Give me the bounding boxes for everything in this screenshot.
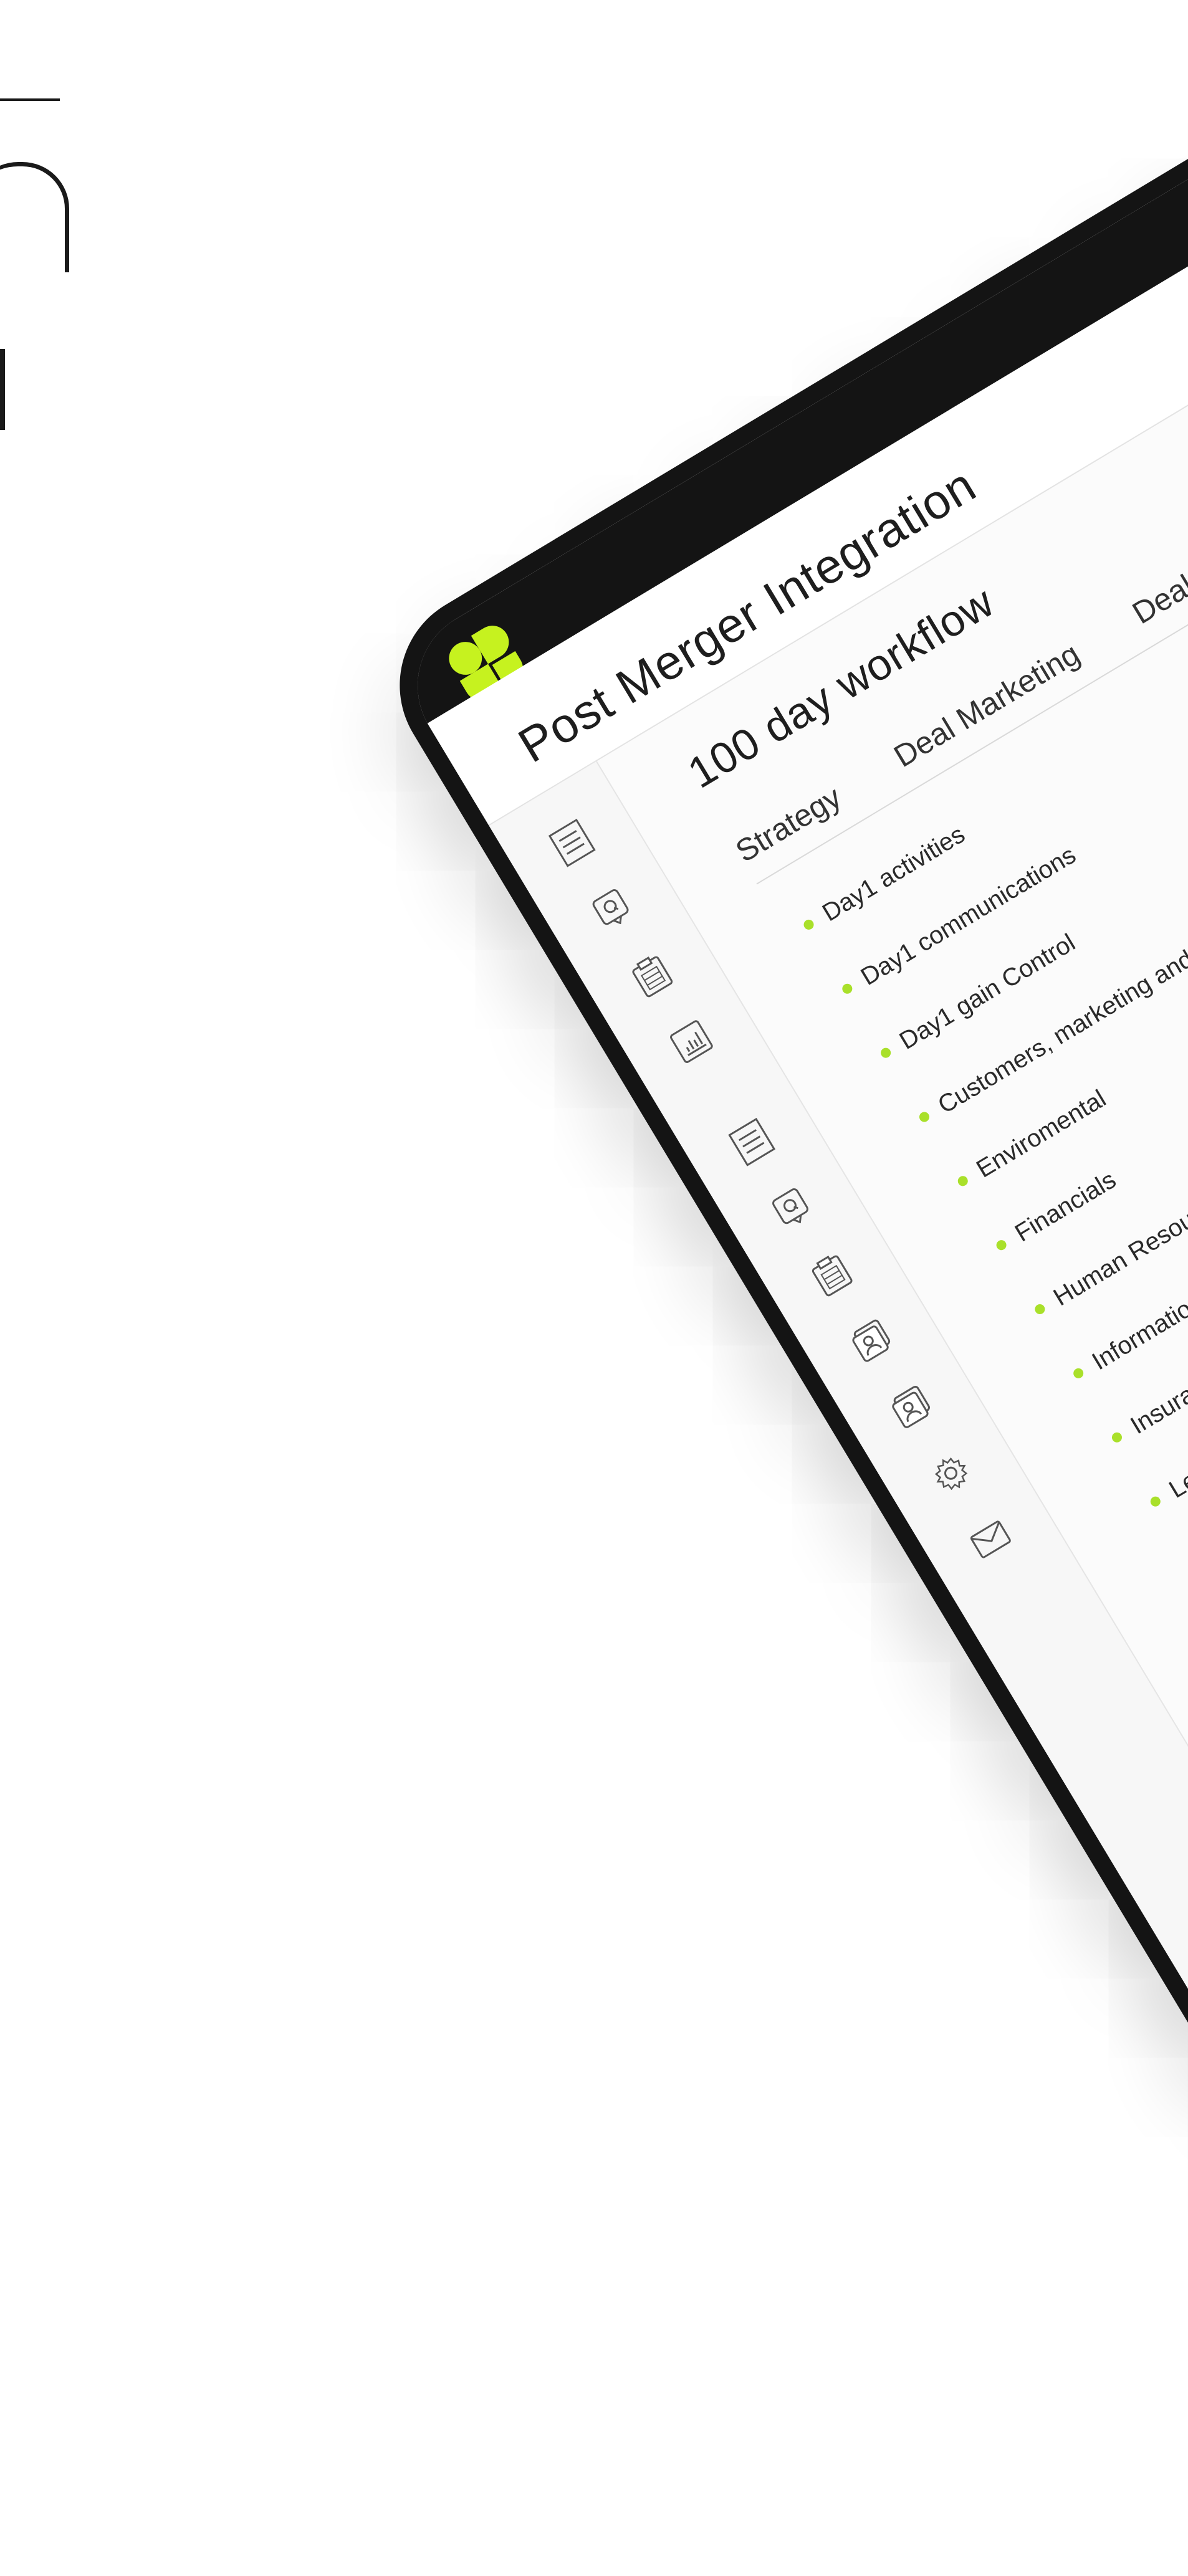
mail-icon[interactable]: [963, 1512, 1018, 1567]
headline-glyph: [0, 349, 5, 430]
document-icon[interactable]: [724, 1115, 779, 1170]
chat-q-icon[interactable]: [764, 1181, 819, 1236]
contact-card-icon[interactable]: [884, 1380, 939, 1434]
status-dot: [917, 1110, 931, 1124]
status-dot: [840, 981, 855, 996]
tab-deal-preparation[interactable]: Deal Preparation: [1121, 471, 1188, 645]
chart-icon[interactable]: [664, 1014, 719, 1069]
clipboard-icon[interactable]: [625, 948, 679, 1003]
status-dot: [1148, 1494, 1162, 1509]
document-icon[interactable]: [545, 816, 600, 871]
status-dot: [956, 1174, 970, 1188]
app-screen: Post Merger Integration 100 day workflow…: [388, 0, 1188, 2552]
headline-glyph: [0, 162, 69, 272]
status-dot: [1071, 1366, 1086, 1380]
status-dot: [1110, 1430, 1124, 1444]
clipboard-icon[interactable]: [804, 1247, 859, 1302]
status-dot: [879, 1046, 893, 1060]
headline-underline: [0, 98, 60, 101]
contact-card-icon[interactable]: [844, 1314, 899, 1368]
status-dot: [802, 917, 816, 932]
gear-icon[interactable]: [924, 1446, 979, 1500]
status-dot: [1033, 1302, 1047, 1317]
status-dot: [994, 1238, 1008, 1252]
chat-q-icon[interactable]: [585, 882, 640, 937]
tablet-device: Post Merger Integration 100 day workflow…: [365, 0, 1188, 2576]
